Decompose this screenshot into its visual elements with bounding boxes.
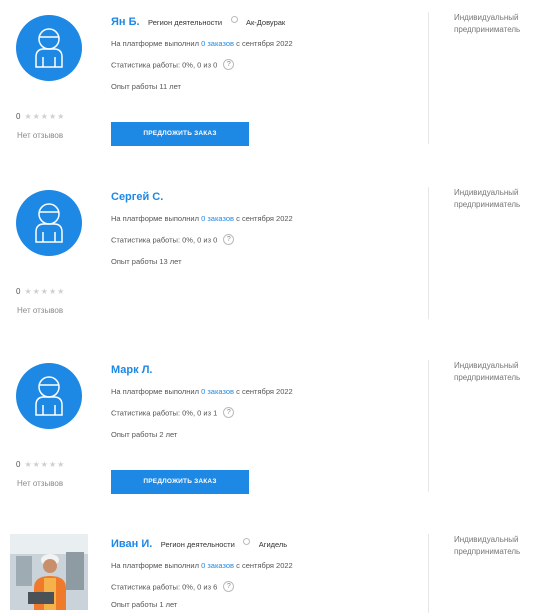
divider: [428, 360, 429, 492]
region-label: Регион деятельности: [148, 18, 223, 27]
platform-prefix: На платформе выполнил: [111, 39, 200, 48]
executor-info: Сергей С. На платформе выполнил 0 заказо…: [111, 187, 421, 267]
stats-text: Статистика работы: 0%, 0 из 6: [111, 582, 218, 592]
location-icon: [243, 538, 251, 546]
business-type-line2: предприниматель: [454, 25, 521, 34]
executor-info: Иван И. Регион деятельности Агидель На п…: [111, 534, 421, 610]
help-icon[interactable]: ?: [223, 234, 235, 245]
stats-text: Статистика работы: 0%, 0 из 0: [111, 60, 218, 70]
business-type-line2: предприниматель: [454, 373, 521, 382]
executor-info: Ян Б. Регион деятельности Ак-Довурак На …: [111, 12, 421, 92]
reviews-link[interactable]: Нет отзывов: [17, 306, 63, 315]
stats-text: Статистика работы: 0%, 0 из 0: [111, 235, 218, 245]
rating: 0 ★★★★★: [16, 112, 65, 121]
divider: [428, 187, 429, 319]
stats-line: Статистика работы: 0%, 0 из 0?: [111, 59, 421, 71]
offer-order-button[interactable]: ПРЕДЛОЖИТЬ ЗАКАЗ: [111, 470, 249, 494]
platform-line: На платформе выполнил 0 заказов с сентяб…: [111, 214, 421, 224]
orders-link[interactable]: 0 заказов: [201, 561, 234, 570]
reviews-link[interactable]: Нет отзывов: [17, 131, 63, 140]
platform-line: На платформе выполнил 0 заказов с сентяб…: [111, 387, 421, 397]
experience-text: Опыт работы 2 лет: [111, 430, 178, 439]
star-rating-icon: ★★★★★: [24, 287, 66, 296]
business-type-line1: Индивидуальный: [454, 361, 519, 370]
business-type: Индивидуальный предприниматель: [454, 534, 545, 558]
executor-name[interactable]: Марк Л.: [111, 364, 152, 376]
business-type-line1: Индивидуальный: [454, 188, 519, 197]
executor-name[interactable]: Сергей С.: [111, 191, 163, 203]
reviews-link[interactable]: Нет отзывов: [17, 479, 63, 488]
since-text: с сентября 2022: [236, 387, 293, 396]
business-type-line1: Индивидуальный: [454, 535, 519, 544]
rating-value: 0: [16, 112, 21, 121]
business-type: Индивидуальный предприниматель: [454, 360, 545, 384]
user-placeholder-icon[interactable]: [16, 190, 82, 256]
stats-line: Статистика работы: 0%, 0 из 0?: [111, 234, 421, 246]
orders-link[interactable]: 0 заказов: [201, 214, 234, 223]
platform-prefix: На платформе выполнил: [111, 561, 200, 570]
experience-text: Опыт работы 13 лет: [111, 257, 182, 266]
orders-link[interactable]: 0 заказов: [201, 39, 234, 48]
worker-photo[interactable]: [10, 534, 88, 610]
executor-name[interactable]: Иван И.: [111, 538, 152, 550]
region-label: Регион деятельности: [160, 540, 235, 549]
region-value: Агидель: [258, 540, 288, 549]
user-placeholder-icon[interactable]: [16, 15, 82, 81]
rating-value: 0: [16, 287, 21, 296]
platform-line: На платформе выполнил 0 заказов с сентяб…: [111, 561, 421, 571]
stats-line: Статистика работы: 0%, 0 из 6?: [111, 581, 421, 593]
rating: 0 ★★★★★: [16, 287, 65, 296]
divider: [428, 12, 429, 144]
business-type-line2: предприниматель: [454, 200, 521, 209]
since-text: с сентября 2022: [236, 39, 293, 48]
platform-line: На платформе выполнил 0 заказов с сентяб…: [111, 39, 421, 49]
star-rating-icon: ★★★★★: [24, 460, 66, 469]
business-type: Индивидуальный предприниматель: [454, 12, 545, 36]
since-text: с сентября 2022: [236, 214, 293, 223]
location-icon: [230, 16, 238, 24]
offer-order-button[interactable]: ПРЕДЛОЖИТЬ ЗАКАЗ: [111, 122, 249, 146]
experience-text: Опыт работы 1 лет: [111, 600, 178, 609]
help-icon[interactable]: ?: [223, 581, 235, 592]
experience-text: Опыт работы 11 лет: [111, 82, 181, 91]
since-text: с сентября 2022: [236, 561, 293, 570]
help-icon[interactable]: ?: [223, 59, 235, 70]
rating-value: 0: [16, 460, 21, 469]
region-value: Ак-Довурак: [245, 18, 286, 27]
business-type-line2: предприниматель: [454, 547, 521, 556]
star-rating-icon: ★★★★★: [24, 112, 66, 121]
platform-prefix: На платформе выполнил: [111, 387, 200, 396]
help-icon[interactable]: ?: [223, 407, 235, 418]
user-placeholder-icon[interactable]: [16, 363, 82, 429]
business-type-line1: Индивидуальный: [454, 13, 519, 22]
stats-text: Статистика работы: 0%, 0 из 1: [111, 408, 218, 418]
divider: [428, 534, 429, 613]
stats-line: Статистика работы: 0%, 0 из 1?: [111, 407, 421, 419]
rating: 0 ★★★★★: [16, 460, 65, 469]
executor-info: Марк Л. На платформе выполнил 0 заказов …: [111, 360, 421, 440]
orders-link[interactable]: 0 заказов: [201, 387, 234, 396]
executor-name[interactable]: Ян Б.: [111, 16, 140, 28]
business-type: Индивидуальный предприниматель: [454, 187, 545, 211]
platform-prefix: На платформе выполнил: [111, 214, 200, 223]
